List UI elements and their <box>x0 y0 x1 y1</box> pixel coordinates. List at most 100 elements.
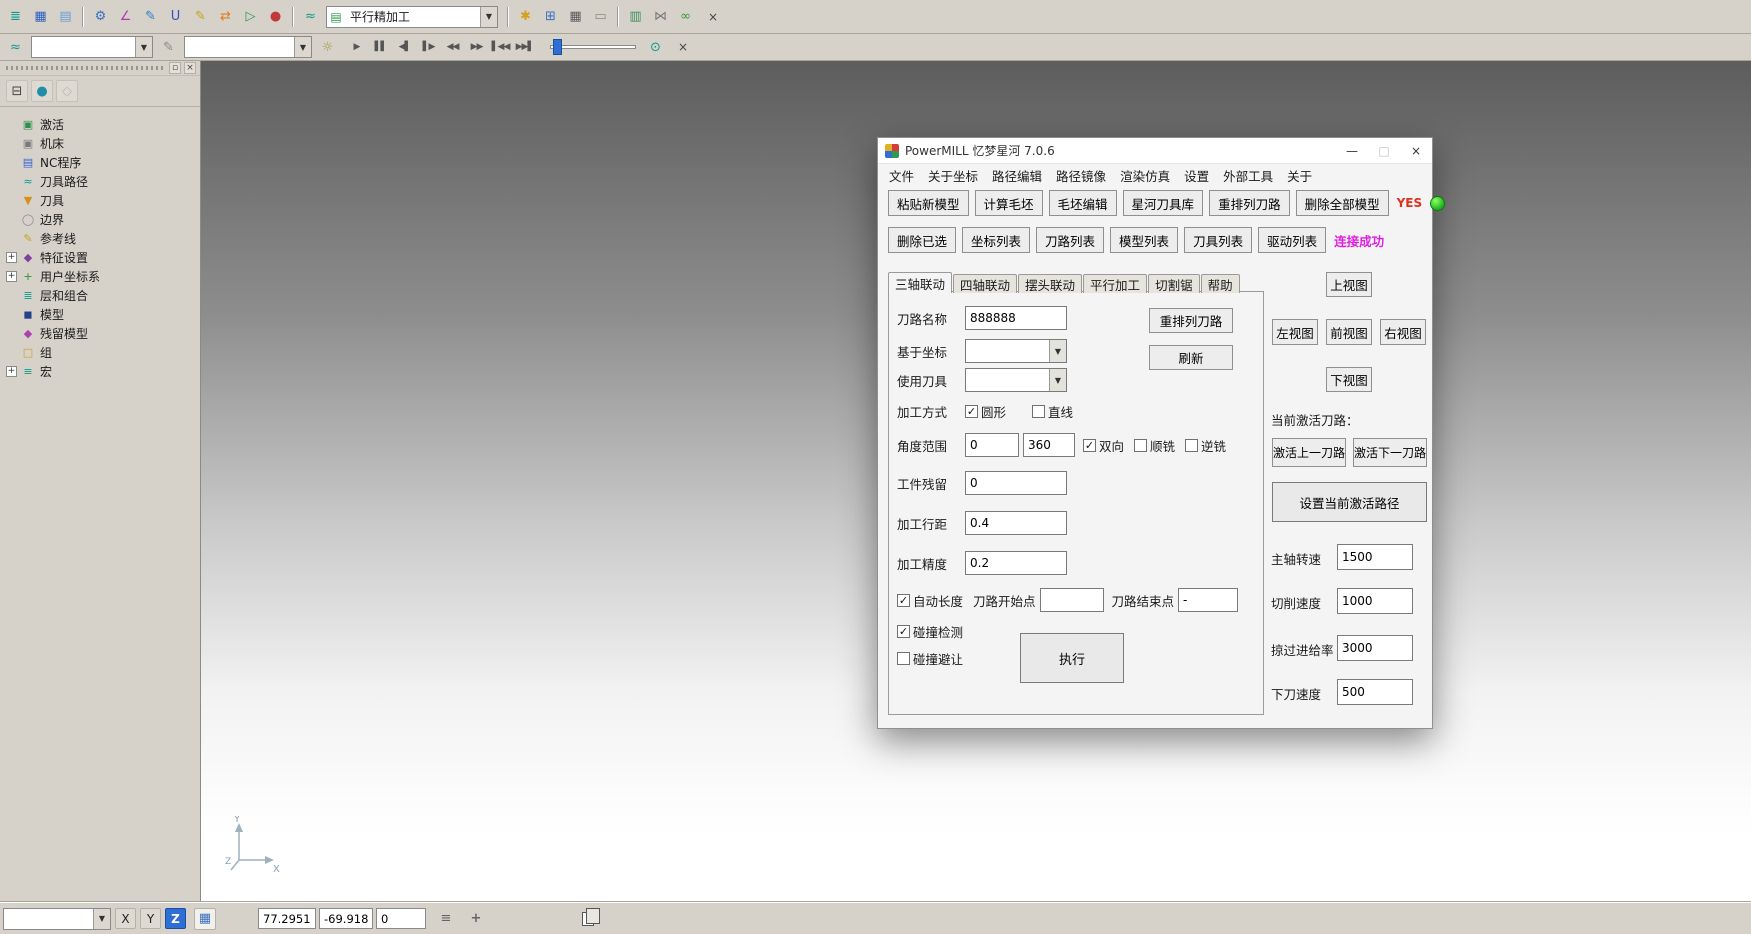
tree-item-toolpaths[interactable]: ≈刀具路径 <box>6 172 198 191</box>
simulation-speed-slider[interactable] <box>550 38 636 56</box>
axis-z-button[interactable]: Z <box>165 908 186 929</box>
rearrange-toolpaths-button[interactable]: 重排列刀路 <box>1149 308 1233 333</box>
climb-checkbox[interactable]: 顺铣 <box>1134 436 1175 455</box>
panel-grip[interactable]: ▫ × <box>0 61 200 76</box>
action-button[interactable]: 星河刀具库 <box>1123 190 1204 216</box>
maximize-button[interactable]: □ <box>1368 138 1400 164</box>
badge-icon[interactable]: ◇ <box>56 80 78 102</box>
tolerance-input[interactable] <box>965 551 1067 575</box>
chevron-down-icon[interactable]: ▼ <box>135 37 152 57</box>
stats-icon[interactable]: ▥ <box>624 5 647 28</box>
bidirectional-checkbox[interactable]: 双向 <box>1083 436 1124 455</box>
execute-button[interactable]: 执行 <box>1020 633 1124 683</box>
tree-item-feature-sets[interactable]: +◆特征设置 <box>6 248 198 267</box>
action-button[interactable]: 重排列刀路 <box>1209 190 1290 216</box>
list-button[interactable]: 模型列表 <box>1110 227 1178 253</box>
strategy-dropdown[interactable]: ▤ 平行精加工 ▼ <box>326 6 498 28</box>
action-button[interactable]: 计算毛坯 <box>975 190 1043 216</box>
angle-measure-icon[interactable]: ∠ <box>114 5 137 28</box>
view-top-button[interactable]: 上视图 <box>1326 272 1372 297</box>
expander-icon[interactable]: + <box>6 271 17 282</box>
tree-item-tools[interactable]: ▼刀具 <box>6 191 198 210</box>
chevron-down-icon[interactable]: ▼ <box>294 37 311 57</box>
save-icon[interactable]: ▦ <box>29 5 52 28</box>
view-preset-dropdown[interactable]: ▼ <box>3 908 111 930</box>
collision-check-checkbox[interactable]: 碰撞检测 <box>897 622 963 641</box>
close-panel-button[interactable]: × <box>184 62 196 74</box>
tree-item-boundaries[interactable]: ◯边界 <box>6 210 198 229</box>
binoculars-icon[interactable]: ∞ <box>674 5 697 28</box>
axis-x-button[interactable]: X <box>115 908 136 929</box>
user-icon[interactable]: ● <box>264 5 287 28</box>
toolpath-name-input[interactable] <box>965 306 1067 330</box>
step-forward-button[interactable]: ▌▶ <box>417 36 440 59</box>
action-button[interactable]: 删除全部模型 <box>1296 190 1389 216</box>
action-button[interactable]: 粘贴新模型 <box>888 190 969 216</box>
cursor-x-input[interactable] <box>258 908 316 929</box>
start-point-input[interactable] <box>1040 588 1104 612</box>
tree-item-machine-tools[interactable]: ▣机床 <box>6 134 198 153</box>
activate-next-toolpath-button[interactable]: 激活下一刀路 <box>1353 438 1427 467</box>
tab[interactable]: 三轴联动 <box>888 272 952 293</box>
dialog-titlebar[interactable]: PowerMILL 忆梦星河 7.0.6 — □ × <box>878 138 1432 164</box>
pause-button[interactable]: ▌▌ <box>369 36 392 59</box>
cursor-z-input[interactable] <box>376 908 426 929</box>
axis-y-button[interactable]: Y <box>140 908 161 929</box>
tree-item-workplanes[interactable]: ++用户坐标系 <box>6 267 198 286</box>
step-back-button[interactable]: ◀▌ <box>393 36 416 59</box>
tree-item-nc-programs[interactable]: ▤NC程序 <box>6 153 198 172</box>
tree-item-patterns[interactable]: ✎参考线 <box>6 229 198 248</box>
layers-icon[interactable]: ≣ <box>4 5 27 28</box>
pages-icon[interactable] <box>582 912 594 926</box>
tree-item-levels-sets[interactable]: ≣层和组合 <box>6 286 198 305</box>
menu-item[interactable]: 关于坐标 <box>921 166 985 185</box>
axes-cross-icon[interactable]: + <box>466 909 486 929</box>
list-button[interactable]: 坐标列表 <box>962 227 1030 253</box>
menu-item[interactable]: 路径编辑 <box>985 166 1049 185</box>
chevron-down-icon[interactable]: ▼ <box>1049 369 1066 391</box>
line-checkbox[interactable]: 直线 <box>1032 402 1073 421</box>
skim-feed-input[interactable] <box>1337 635 1413 661</box>
view-bottom-button[interactable]: 下视图 <box>1326 367 1372 392</box>
list-icon[interactable]: ≡ <box>436 909 456 929</box>
tool-icon[interactable]: ✱ <box>514 5 537 28</box>
list-button[interactable]: 刀具列表 <box>1184 227 1252 253</box>
menu-item[interactable]: 外部工具 <box>1216 166 1280 185</box>
tree-item-active[interactable]: ▣激活 <box>6 115 198 134</box>
swap-arrows-icon[interactable]: ⇄ <box>214 5 237 28</box>
clip-icon[interactable]: ⋈ <box>649 5 672 28</box>
menu-item[interactable]: 关于 <box>1280 166 1319 185</box>
tree-item-stock-models[interactable]: ◆残留模型 <box>6 324 198 343</box>
fast-forward-button[interactable]: ▶▶ <box>465 36 488 59</box>
menu-item[interactable]: 渲染仿真 <box>1113 166 1177 185</box>
tree-item-groups[interactable]: □组 <box>6 343 198 362</box>
export-icon[interactable]: ▷ <box>239 5 262 28</box>
calculator-icon[interactable]: ▦ <box>564 5 587 28</box>
tab[interactable]: 平行加工 <box>1083 274 1147 293</box>
grid-icon[interactable]: ⊞ <box>539 5 562 28</box>
tool-select-icon[interactable]: ✎ <box>157 36 180 59</box>
cursor-y-input[interactable] <box>319 908 373 929</box>
ruler-icon[interactable]: ▭ <box>589 5 612 28</box>
annotate-u-icon[interactable]: U <box>164 5 187 28</box>
collision-avoid-checkbox[interactable]: 碰撞避让 <box>897 649 963 668</box>
view-left-button[interactable]: 左视图 <box>1272 319 1318 345</box>
float-panel-button[interactable]: ▫ <box>169 62 181 74</box>
auto-length-checkbox[interactable]: 自动长度 <box>897 591 963 610</box>
toolbar-close-button[interactable]: × <box>705 9 721 25</box>
tab[interactable]: 四轴联动 <box>953 274 1017 293</box>
curve-edit-icon[interactable]: ✎ <box>139 5 162 28</box>
go-start-button[interactable]: ▌◀◀ <box>489 36 512 59</box>
angle-from-input[interactable] <box>965 433 1019 457</box>
end-point-input[interactable] <box>1178 588 1238 612</box>
tab[interactable]: 切割锯 <box>1148 274 1200 293</box>
play-button[interactable]: ▶ <box>345 36 368 59</box>
slider-track[interactable] <box>550 45 636 49</box>
pencil-icon[interactable]: ✎ <box>189 5 212 28</box>
slider-handle[interactable] <box>553 39 562 55</box>
view-right-button[interactable]: 右视图 <box>1380 319 1426 345</box>
rewind-button[interactable]: ◀◀ <box>441 36 464 59</box>
activate-prev-toolpath-button[interactable]: 激活上一刀路 <box>1272 438 1346 467</box>
chevron-down-icon[interactable]: ▼ <box>93 909 110 929</box>
lightbulb-icon[interactable]: ☼ <box>316 36 339 59</box>
